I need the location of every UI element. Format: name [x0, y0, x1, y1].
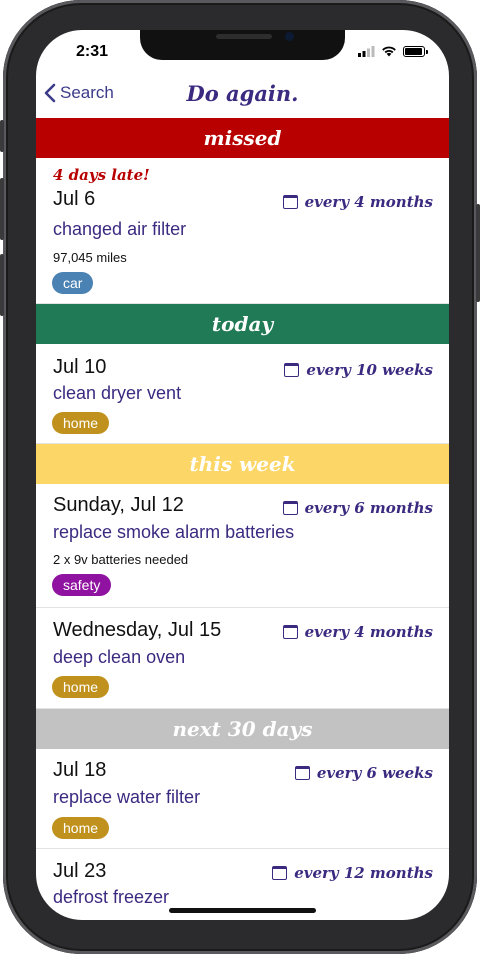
earpiece: [216, 34, 272, 39]
item-date: Jul 10: [53, 356, 107, 378]
tag-badge[interactable]: safety: [52, 574, 112, 596]
frequency-label: every 10 weeks: [306, 361, 433, 379]
section-header-next-30-days: next 30 days: [36, 709, 449, 749]
task-list[interactable]: missed 4 days late! Jul 6 every 4 months…: [36, 118, 449, 920]
silent-switch: [0, 120, 4, 152]
calendar-icon: [294, 766, 310, 780]
camera: [285, 32, 294, 41]
volume-up-button: [0, 178, 4, 240]
section-header-missed: missed: [36, 118, 449, 158]
screen: 2:31 Search Do again. missed 4 days late…: [36, 30, 449, 920]
home-indicator[interactable]: [169, 908, 316, 913]
frequency-label: every 4 months: [304, 193, 433, 211]
tag-badge[interactable]: home: [52, 676, 110, 698]
item-task: changed air filter: [53, 219, 187, 239]
calendar-icon: [284, 363, 300, 377]
frequency-label: every 6 months: [304, 499, 433, 517]
phone-frame: 2:31 Search Do again. missed 4 days late…: [0, 0, 480, 954]
item-frequency: every 12 months: [272, 864, 433, 882]
list-item[interactable]: 4 days late! Jul 6 every 4 months change…: [36, 158, 449, 304]
list-item[interactable]: Wednesday, Jul 15 every 4 months deep cl…: [36, 608, 449, 709]
status-time: 2:31: [76, 43, 109, 60]
status-icons: [358, 44, 428, 58]
late-label: 4 days late!: [53, 166, 150, 184]
wifi-icon: [382, 46, 396, 57]
item-date: Sunday, Jul 12: [53, 494, 184, 516]
item-date: Jul 18: [53, 759, 107, 781]
volume-down-button: [0, 254, 4, 316]
calendar-icon: [282, 501, 298, 515]
calendar-icon: [282, 625, 298, 639]
item-date: Jul 6: [53, 188, 96, 210]
item-task: replace water filter: [53, 787, 201, 807]
section-header-this-week: this week: [36, 444, 449, 484]
power-button: [476, 204, 480, 302]
tag-badge[interactable]: home: [52, 817, 110, 839]
item-date: Wednesday, Jul 15: [53, 619, 222, 641]
tag-badge[interactable]: home: [52, 412, 110, 434]
calendar-icon: [272, 866, 288, 880]
page-title: Do again.: [186, 81, 299, 106]
frequency-label: every 6 weeks: [316, 764, 433, 782]
section-header-today: today: [36, 304, 449, 344]
nav-bar: Search Do again.: [36, 77, 449, 117]
list-item[interactable]: Jul 10 every 10 weeks clean dryer vent h…: [36, 344, 449, 444]
frequency-label: every 4 months: [304, 623, 433, 641]
calendar-icon: [282, 195, 298, 209]
item-task: clean dryer vent: [53, 383, 182, 403]
item-frequency: every 4 months: [282, 623, 433, 641]
frequency-label: every 12 months: [294, 864, 433, 882]
item-task: deep clean oven: [53, 647, 186, 667]
item-frequency: every 4 months: [282, 193, 433, 211]
item-frequency: every 6 months: [282, 499, 433, 517]
item-task: defrost freezer: [53, 887, 170, 907]
list-item[interactable]: Sunday, Jul 12 every 6 months replace sm…: [36, 484, 449, 608]
item-note: 2 x 9v batteries needed: [53, 552, 189, 567]
tag-badge[interactable]: car: [52, 272, 94, 294]
notch: [140, 30, 345, 60]
item-frequency: every 10 weeks: [284, 361, 433, 379]
item-note: 97,045 miles: [53, 250, 127, 265]
list-item[interactable]: Jul 18 every 6 weeks replace water filte…: [36, 749, 449, 849]
item-task: replace smoke alarm batteries: [53, 522, 295, 542]
signal-icon: [358, 45, 375, 57]
item-date: Jul 23: [53, 860, 107, 882]
item-frequency: every 6 weeks: [294, 764, 433, 782]
battery-icon: [403, 45, 428, 57]
